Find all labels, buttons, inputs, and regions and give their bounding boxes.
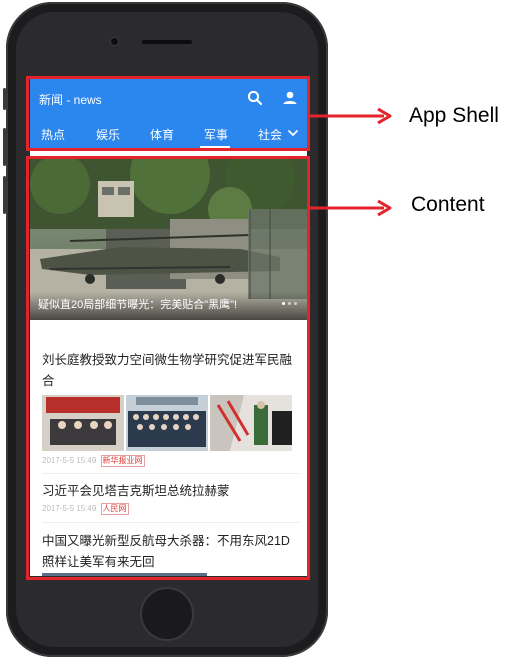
content-highlight-box [26,156,310,580]
arrow-app-shell [308,107,392,125]
content-label: Content [411,193,485,216]
arrow-content [308,199,392,217]
front-camera [111,38,118,45]
app-shell-label: App Shell [409,104,499,127]
mute-switch [3,88,6,110]
earpiece-speaker [142,40,192,44]
app-shell-highlight-box [26,76,310,151]
volume-up-button [3,128,6,166]
home-button[interactable] [142,589,192,639]
volume-down-button [3,176,6,214]
